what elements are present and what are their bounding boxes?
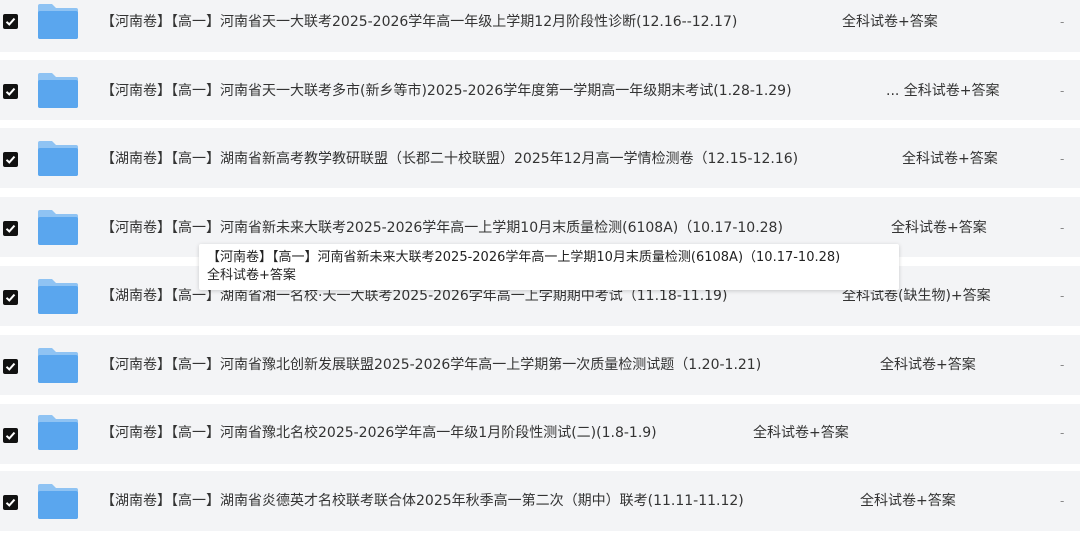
checkbox-checked-icon[interactable] <box>3 359 18 374</box>
file-row[interactable]: 【河南卷】【高一】河南省天一大联考多市(新乡等市)2025-2026学年度第一学… <box>0 60 1080 120</box>
file-tag: 全科试卷+答案 <box>860 493 956 509</box>
file-list: 【河南卷】【高一】河南省天一大联考2025-2026学年高一年级上学期12月阶段… <box>0 0 1080 534</box>
folder-icon <box>38 484 78 519</box>
file-row[interactable]: 【湖南卷】【高一】湖南省炎德英才名校联考联合体2025年秋季高一第二次（期中）联… <box>0 471 1080 531</box>
file-size: - <box>1060 152 1065 166</box>
folder-icon <box>38 348 78 383</box>
file-size: - <box>1060 358 1065 372</box>
file-row[interactable]: 【河南卷】【高一】河南省天一大联考2025-2026学年高一年级上学期12月阶段… <box>0 0 1080 52</box>
folder-icon <box>38 210 78 245</box>
file-size: - <box>1060 426 1065 440</box>
file-title[interactable]: 【湖南卷】【高一】湖南省炎德英才名校联考联合体2025年秋季高一第二次（期中）联… <box>101 492 744 510</box>
tooltip-line: 【河南卷】【高一】河南省新未来大联考2025-2026学年高一上学期10月末质量… <box>207 250 841 265</box>
file-title[interactable]: 【河南卷】【高一】河南省豫北创新发展联盟2025-2026学年高一上学期第一次质… <box>101 356 761 374</box>
checkbox-checked-icon[interactable] <box>3 428 18 443</box>
file-title[interactable]: 【湖南卷】【高一】湖南省新高考教学教研联盟（长郡二十校联盟）2025年12月高一… <box>101 150 798 168</box>
folder-icon <box>38 415 78 450</box>
file-size: - <box>1060 494 1065 508</box>
checkbox-checked-icon[interactable] <box>3 84 18 99</box>
folder-icon <box>38 279 78 314</box>
folder-icon <box>38 4 78 39</box>
file-row[interactable]: 【河南卷】【高一】河南省豫北名校2025-2026学年高一年级1月阶段性测试(二… <box>0 404 1080 464</box>
file-title[interactable]: 【河南卷】【高一】河南省天一大联考多市(新乡等市)2025-2026学年度第一学… <box>101 82 792 100</box>
file-title[interactable]: 【河南卷】【高一】河南省豫北名校2025-2026学年高一年级1月阶段性测试(二… <box>101 424 657 442</box>
file-row[interactable]: 【河南卷】【高一】河南省豫北创新发展联盟2025-2026学年高一上学期第一次质… <box>0 335 1080 395</box>
file-tag: 全科试卷+答案 <box>891 220 987 236</box>
file-row[interactable]: 【湖南卷】【高一】湖南省新高考教学教研联盟（长郡二十校联盟）2025年12月高一… <box>0 128 1080 188</box>
folder-icon <box>38 73 78 108</box>
title-tooltip: 【河南卷】【高一】河南省新未来大联考2025-2026学年高一上学期10月末质量… <box>199 244 899 290</box>
checkbox-checked-icon[interactable] <box>3 290 18 305</box>
file-tag: 全科试卷+答案 <box>902 151 998 167</box>
file-tag: 全科试卷+答案 <box>753 425 849 441</box>
file-title[interactable]: 【河南卷】【高一】河南省新未来大联考2025-2026学年高一上学期10月末质量… <box>101 219 783 237</box>
checkbox-checked-icon[interactable] <box>3 152 18 167</box>
file-tag: 全科试卷+答案 <box>880 357 976 373</box>
tooltip-line: 全科试卷+答案 <box>207 268 296 283</box>
checkbox-checked-icon[interactable] <box>3 221 18 236</box>
file-title[interactable]: 【河南卷】【高一】河南省天一大联考2025-2026学年高一年级上学期12月阶段… <box>101 13 737 31</box>
file-size: - <box>1060 84 1065 98</box>
checkbox-checked-icon[interactable] <box>3 14 18 29</box>
file-size: - <box>1060 15 1065 29</box>
file-size: - <box>1060 289 1065 303</box>
checkbox-checked-icon[interactable] <box>3 495 18 510</box>
folder-icon <box>38 141 78 176</box>
file-size: - <box>1060 221 1065 235</box>
file-tag: 全科试卷+答案 <box>842 14 938 30</box>
file-tag: ... 全科试卷+答案 <box>886 83 1000 99</box>
